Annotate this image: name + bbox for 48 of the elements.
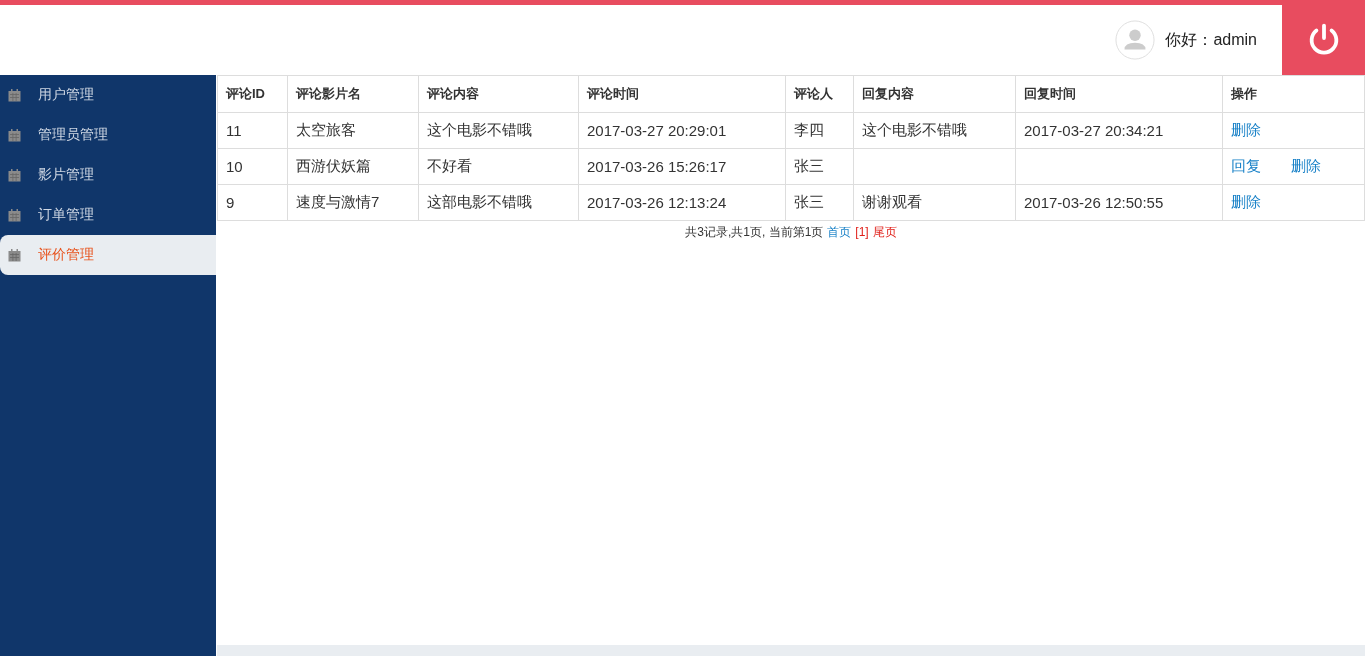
table-cell: 这个电影不错哦: [427, 121, 532, 138]
table-cell: 李四: [794, 121, 824, 138]
sidebar-item[interactable]: 订单管理: [0, 195, 216, 235]
calendar-icon: [8, 88, 21, 102]
table-cell: 太空旅客: [296, 121, 356, 138]
current-page-link[interactable]: [1]: [855, 225, 869, 239]
column-header: 评论影片名: [287, 75, 419, 113]
table-cell: 9: [226, 194, 235, 211]
table-cell: 这部电影不错哦: [427, 193, 532, 210]
action-link[interactable]: 删除: [1231, 121, 1261, 138]
table-cell: 速度与激情7: [296, 193, 380, 210]
table-cell: 2017-03-26 12:13:24: [587, 194, 727, 211]
action-link[interactable]: 回复: [1231, 157, 1261, 174]
calendar-icon: [8, 128, 21, 142]
table-cell: 11: [226, 122, 242, 139]
calendar-icon: [8, 248, 21, 262]
sidebar-item[interactable]: 用户管理: [0, 75, 216, 115]
column-header: 操作: [1222, 75, 1365, 113]
table-cell: 2017-03-26 15:26:17: [587, 158, 727, 175]
column-header: 评论ID: [217, 75, 288, 113]
table-cell: 这个电影不错哦: [862, 121, 967, 138]
table-cell: 张三: [794, 193, 824, 210]
table-cell: 西游伏妖篇: [296, 157, 371, 174]
column-header: 评论人: [785, 75, 854, 113]
action-link[interactable]: 删除: [1291, 157, 1321, 174]
calendar-icon: [8, 208, 21, 222]
power-button[interactable]: [1282, 5, 1365, 75]
column-header: 评论时间: [578, 75, 786, 113]
column-header: 回复内容: [853, 75, 1016, 113]
greeting-text: 你好：admin: [1165, 29, 1257, 50]
table-cell: 2017-03-26 12:50:55: [1024, 194, 1164, 211]
sidebar-item[interactable]: 影片管理: [0, 155, 216, 195]
table-cell: 不好看: [427, 157, 472, 174]
column-header: 回复时间: [1015, 75, 1223, 113]
pagination-summary: 共3记录,共1页, 当前第1页: [685, 225, 824, 239]
avatar-icon: [1115, 20, 1156, 60]
table-cell: 谢谢观看: [862, 193, 922, 210]
first-page-link[interactable]: 首页: [827, 225, 852, 239]
sidebar-item[interactable]: 评价管理: [0, 235, 216, 275]
column-header: 评论内容: [418, 75, 579, 113]
table-cell: 张三: [794, 157, 824, 174]
table-cell: 10: [226, 158, 243, 175]
action-link[interactable]: 删除: [1231, 193, 1261, 210]
table-cell: 2017-03-27 20:29:01: [587, 122, 727, 139]
table-cell: 2017-03-27 20:34:21: [1024, 122, 1164, 139]
last-page-link[interactable]: 尾页: [872, 225, 897, 239]
sidebar-item[interactable]: 管理员管理: [0, 115, 216, 155]
calendar-icon: [8, 168, 21, 182]
